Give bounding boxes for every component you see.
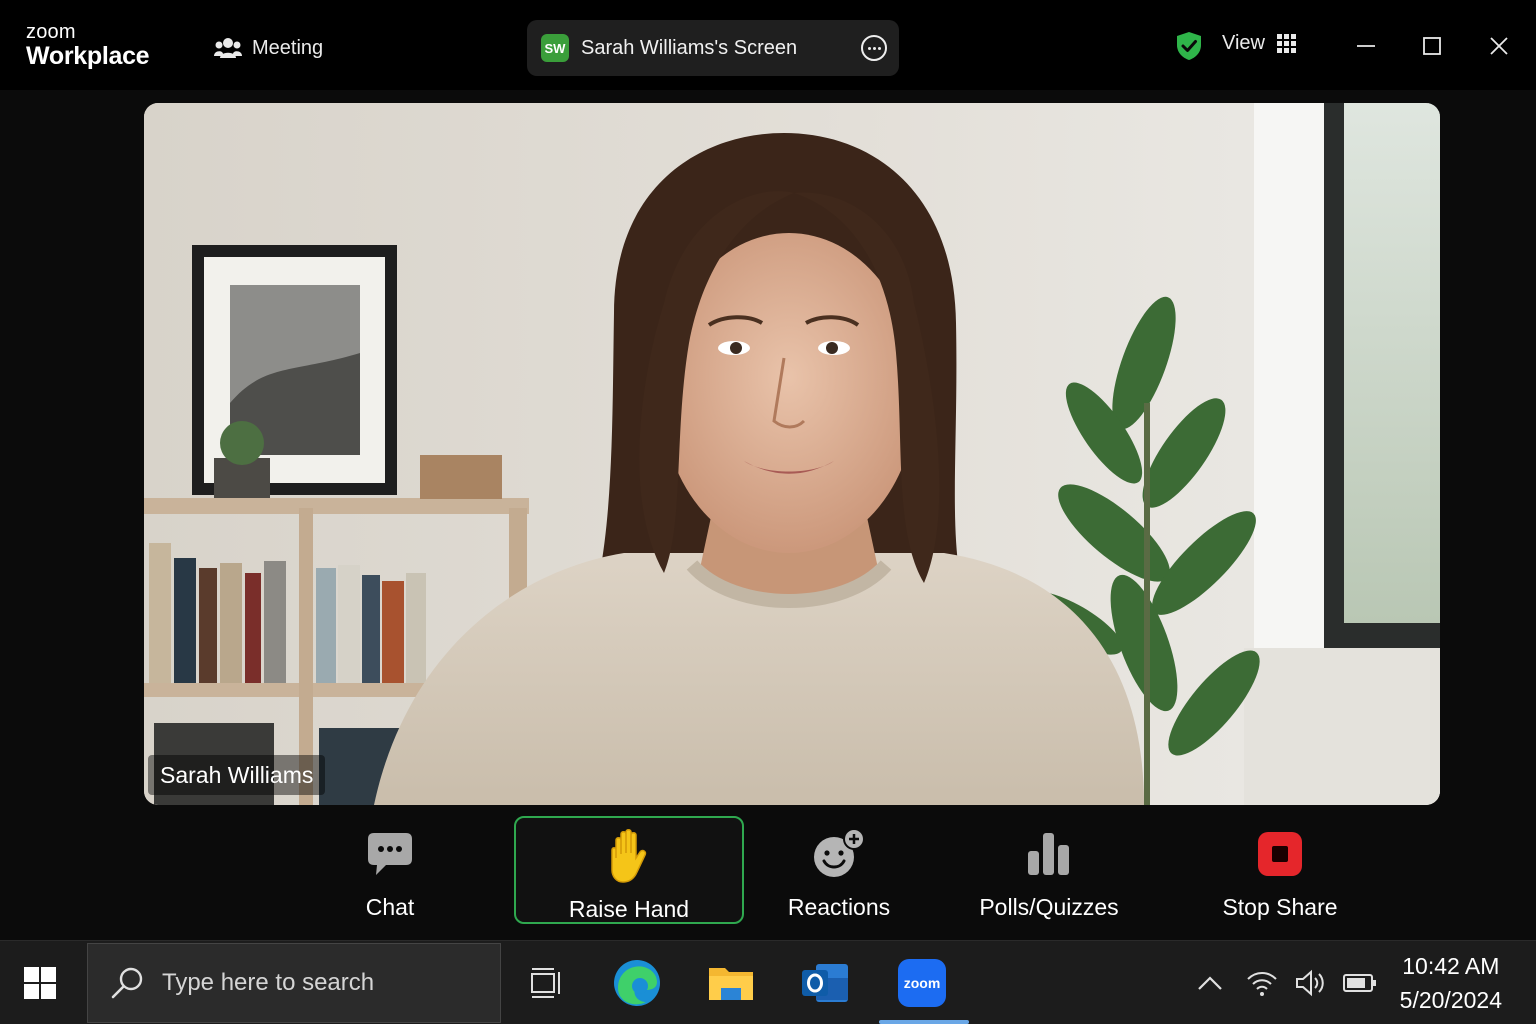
sharer-avatar: SW: [541, 34, 569, 62]
share-title: Sarah Williams's Screen: [581, 36, 798, 59]
polls-quizzes-label: Polls/Quizzes: [979, 894, 1119, 920]
clock-date: 5/20/2024: [1399, 987, 1502, 1013]
edge-app[interactable]: [609, 955, 665, 1011]
close-icon: [1490, 37, 1508, 55]
more-options-icon[interactable]: [861, 35, 887, 61]
security-shield-icon[interactable]: [1176, 31, 1202, 61]
chat-button[interactable]: Chat: [330, 816, 450, 922]
brand-bottom-text: Workplace: [26, 42, 150, 70]
chat-label: Chat: [365, 894, 415, 920]
view-label: View: [1222, 32, 1265, 54]
search-placeholder: Type here to search: [162, 969, 375, 996]
file-explorer-icon: [709, 968, 753, 1000]
zoom-app[interactable]: zoom: [894, 955, 950, 1011]
chat-bubble-icon: [368, 833, 412, 875]
reactions-button[interactable]: Reactions: [776, 816, 902, 922]
active-app-indicator: [879, 1020, 969, 1024]
minimize-icon: [1357, 45, 1375, 47]
clock-time: 10:42 AM: [1402, 953, 1500, 979]
taskbar-search-box[interactable]: Type here to search: [87, 943, 501, 1023]
windows-start-icon[interactable]: [24, 967, 56, 999]
zoom-workplace-logo: zoom Workplace: [26, 21, 150, 70]
wifi-icon[interactable]: [1246, 969, 1278, 997]
windows-taskbar: Type here to search zoom 10:42 AM 5/20/2…: [0, 940, 1536, 1024]
maximize-icon: [1423, 37, 1441, 55]
stop-share-icon: [1258, 832, 1302, 876]
grid-view-icon: [1277, 34, 1296, 53]
stop-share-label: Stop Share: [1222, 894, 1338, 920]
video-stage: Sarah Williams: [0, 90, 1536, 814]
reactions-label: Reactions: [787, 894, 891, 920]
participant-video[interactable]: Sarah Williams: [144, 103, 1440, 805]
meeting-toolbar: Chat Raise Hand Reactions Polls/Quizzes …: [0, 814, 1536, 940]
video-feed-image: [144, 103, 1440, 805]
raise-hand-button[interactable]: Raise Hand: [514, 816, 744, 924]
search-icon: [111, 967, 143, 999]
meeting-label: Meeting: [252, 36, 324, 59]
participants-icon: [214, 38, 242, 58]
title-bar: zoom Workplace Meeting SW Sarah Williams…: [0, 0, 1536, 90]
system-clock[interactable]: 10:42 AM 5/20/2024: [1400, 949, 1502, 1017]
view-button[interactable]: View: [1222, 32, 1296, 55]
close-button[interactable]: [1481, 28, 1517, 64]
task-view-icon: [531, 968, 560, 998]
brand-top-text: zoom: [26, 21, 76, 43]
task-view-button[interactable]: [518, 955, 574, 1011]
outlook-icon: [802, 964, 848, 1002]
battery-icon[interactable]: [1342, 971, 1378, 995]
stop-share-button[interactable]: Stop Share: [1214, 816, 1346, 922]
zoom-app-label: zoom: [903, 975, 941, 991]
raise-hand-icon: [611, 829, 647, 883]
chevron-up-icon[interactable]: [1196, 973, 1224, 993]
participant-name-tag: Sarah Williams: [148, 755, 326, 795]
raise-hand-label: Raise Hand: [568, 896, 690, 922]
screen-share-indicator[interactable]: SW Sarah Williams's Screen: [527, 20, 899, 76]
polls-icon: [1028, 833, 1069, 875]
volume-icon[interactable]: [1294, 969, 1328, 997]
polls-quizzes-button[interactable]: Polls/Quizzes: [970, 816, 1128, 922]
reactions-icon: [814, 829, 865, 877]
minimize-button[interactable]: [1348, 28, 1384, 64]
zoom-icon: zoom: [898, 959, 946, 1007]
meeting-button[interactable]: Meeting: [214, 30, 323, 66]
outlook-app[interactable]: [797, 955, 853, 1011]
edge-icon: [614, 960, 660, 1006]
maximize-button[interactable]: [1414, 28, 1450, 64]
file-explorer-app[interactable]: [703, 955, 759, 1011]
